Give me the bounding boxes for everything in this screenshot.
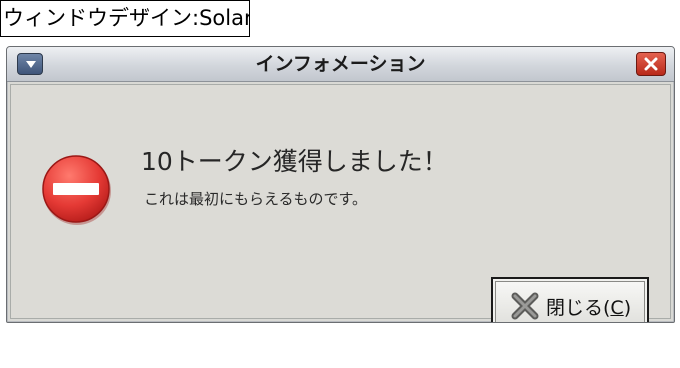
close-icon bbox=[644, 57, 658, 71]
stop-icon bbox=[42, 155, 111, 225]
window-title: インフォメーション bbox=[255, 53, 426, 75]
title-bar[interactable]: インフォメーション bbox=[7, 47, 674, 82]
dialog-message: これは最初にもらえるものです。 bbox=[144, 190, 368, 208]
close-dialog-button[interactable]: 閉じる(C) bbox=[491, 277, 649, 322]
x-icon bbox=[511, 292, 539, 320]
window-close-button[interactable] bbox=[636, 52, 666, 76]
window-design-caption: ウィンドウデザイン:Solaris bbox=[0, 0, 250, 37]
dialog-heading: 10トークン獲得しました！ bbox=[141, 147, 448, 176]
mnemonic-key: C bbox=[610, 297, 624, 319]
dialog-content: 10トークン獲得しました！ これは最初にもらえるものです。 閉じる(C) bbox=[10, 84, 671, 322]
info-dialog-window: インフォメーション 10トークン獲得しました！ これは最初にもらえるものです。 bbox=[6, 46, 675, 323]
close-dialog-button-face[interactable]: 閉じる(C) bbox=[495, 281, 645, 322]
close-dialog-button-label: 閉じる(C) bbox=[546, 297, 632, 319]
